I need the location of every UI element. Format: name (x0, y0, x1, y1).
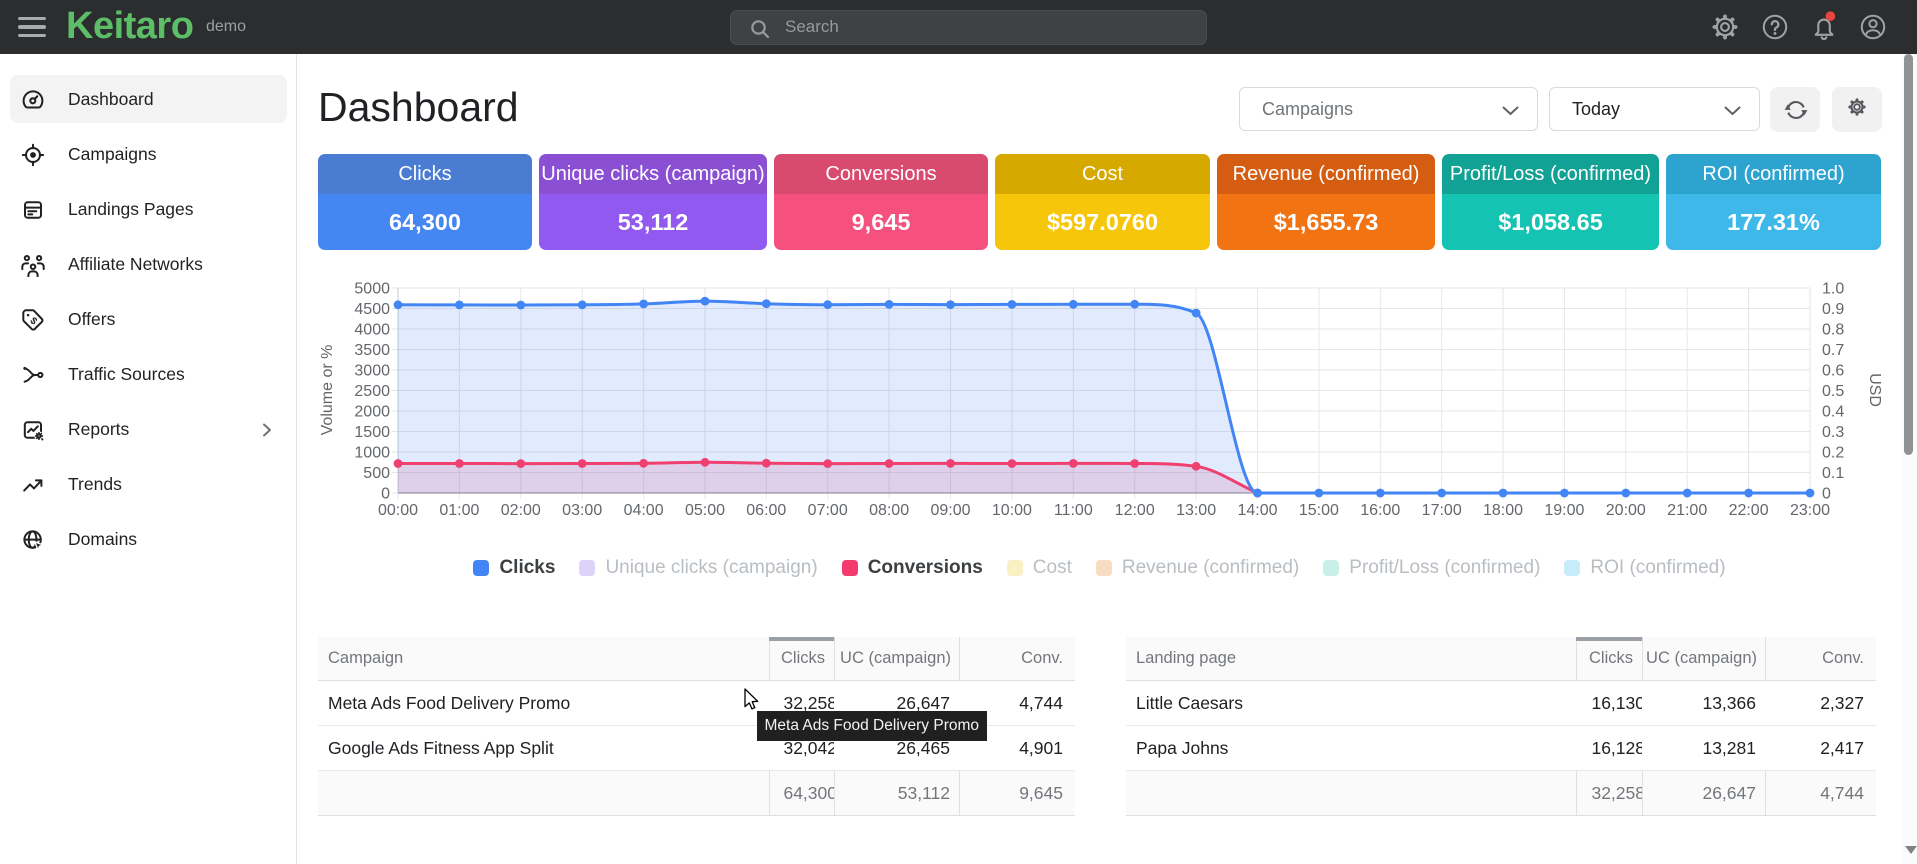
svg-text:22:00: 22:00 (1729, 502, 1769, 519)
svg-text:3500: 3500 (354, 342, 390, 359)
svg-text:0: 0 (381, 486, 390, 503)
svg-text:1000: 1000 (354, 445, 390, 462)
svg-text:08:00: 08:00 (869, 502, 909, 519)
svg-text:20:00: 20:00 (1606, 502, 1646, 519)
svg-text:3000: 3000 (354, 363, 390, 380)
svg-text:16:00: 16:00 (1360, 502, 1400, 519)
svg-text:01:00: 01:00 (439, 502, 479, 519)
svg-text:0.3: 0.3 (1822, 424, 1844, 441)
svg-text:2500: 2500 (354, 383, 390, 400)
svg-text:18:00: 18:00 (1483, 502, 1523, 519)
svg-text:00:00: 00:00 (378, 502, 418, 519)
svg-text:03:00: 03:00 (562, 502, 602, 519)
svg-text:05:00: 05:00 (685, 502, 725, 519)
svg-text:0.1: 0.1 (1822, 465, 1844, 482)
svg-text:15:00: 15:00 (1299, 502, 1339, 519)
svg-text:0: 0 (1822, 486, 1831, 503)
svg-text:0.9: 0.9 (1822, 301, 1844, 318)
svg-text:13:00: 13:00 (1176, 502, 1216, 519)
svg-text:04:00: 04:00 (624, 502, 664, 519)
svg-text:Volume or %: Volume or % (319, 345, 336, 436)
svg-text:1.0: 1.0 (1822, 281, 1844, 298)
svg-text:0.5: 0.5 (1822, 383, 1844, 400)
svg-text:23:00: 23:00 (1790, 502, 1830, 519)
svg-text:0.8: 0.8 (1822, 322, 1844, 339)
svg-text:2000: 2000 (354, 404, 390, 421)
svg-text:02:00: 02:00 (501, 502, 541, 519)
svg-text:USD: USD (1866, 373, 1881, 407)
svg-text:11:00: 11:00 (1054, 502, 1093, 519)
svg-text:0.4: 0.4 (1822, 404, 1844, 421)
svg-text:10:00: 10:00 (992, 502, 1032, 519)
svg-text:1500: 1500 (354, 424, 390, 441)
svg-text:17:00: 17:00 (1422, 502, 1462, 519)
svg-text:0.2: 0.2 (1822, 445, 1844, 462)
svg-text:19:00: 19:00 (1544, 502, 1584, 519)
svg-text:14:00: 14:00 (1237, 502, 1277, 519)
svg-text:0.7: 0.7 (1822, 342, 1844, 359)
svg-text:4000: 4000 (354, 322, 390, 339)
svg-text:5000: 5000 (354, 281, 390, 298)
svg-text:12:00: 12:00 (1115, 502, 1155, 519)
svg-text:09:00: 09:00 (930, 502, 970, 519)
svg-text:06:00: 06:00 (746, 502, 786, 519)
svg-text:4500: 4500 (354, 301, 390, 318)
svg-text:0.6: 0.6 (1822, 363, 1844, 380)
svg-text:500: 500 (363, 465, 390, 482)
svg-text:07:00: 07:00 (808, 502, 848, 519)
svg-text:21:00: 21:00 (1667, 502, 1707, 519)
